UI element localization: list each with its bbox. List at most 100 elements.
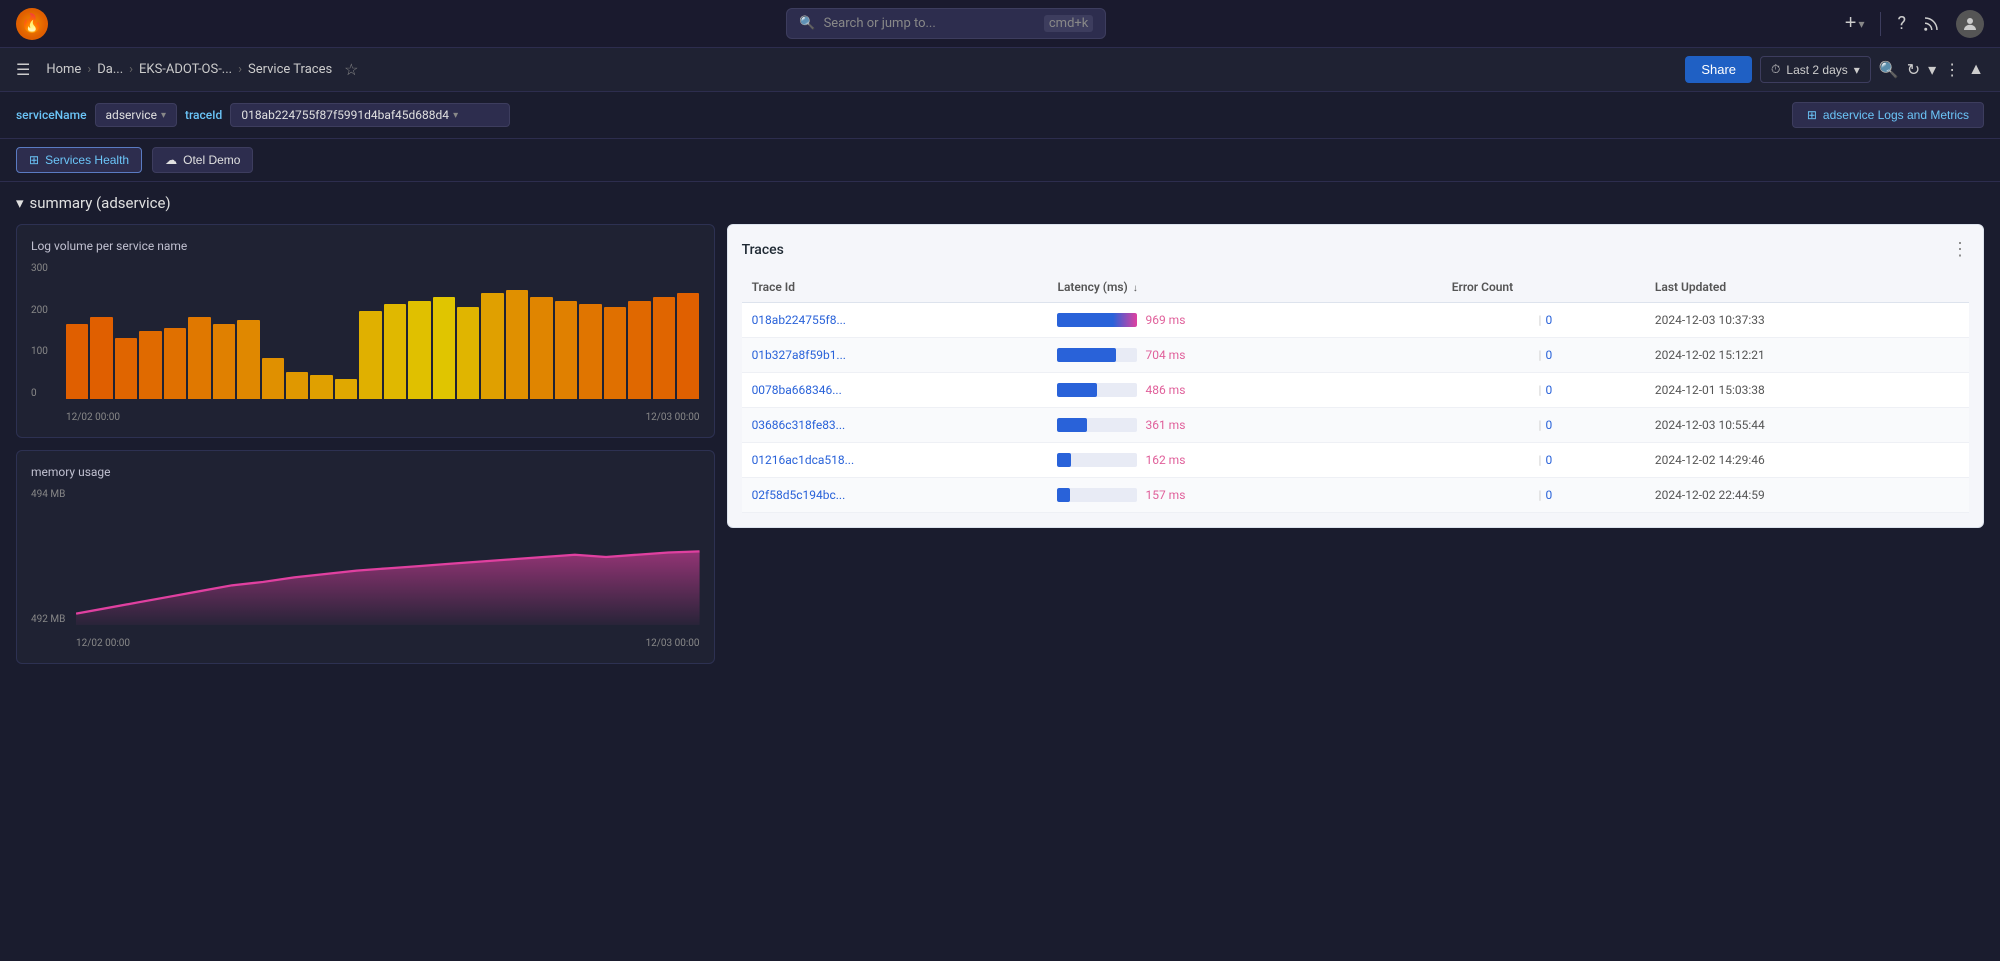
section-title: ▾ summary (adservice) (16, 194, 1984, 212)
log-volume-x-axis: 12/02 00:00 12/03 00:00 (66, 412, 700, 423)
trace-id-link[interactable]: 03686c318fe83... (752, 418, 846, 432)
nav-left: 🔥 (16, 8, 48, 40)
time-range-button[interactable]: ⏱ Last 2 days ▾ (1760, 56, 1871, 83)
collapse-button[interactable]: ▲ (1968, 61, 1984, 79)
breadcrumb-home[interactable]: Home (46, 62, 81, 77)
log-volume-title: Log volume per service name (31, 239, 700, 253)
feed-icon[interactable] (1922, 15, 1940, 33)
traces-table: Trace Id Latency (ms) ↓ Error Count Last… (742, 272, 1969, 513)
log-bar (90, 317, 112, 399)
log-volume-panel: Log volume per service name 300 200 100 … (16, 224, 715, 438)
traces-header-row: Trace Id Latency (ms) ↓ Error Count Last… (742, 272, 1969, 303)
breadcrumb-bar: ☰ Home › Da... › EKS-ADOT-OS-... › Servi… (0, 48, 2000, 92)
search-keyboard-shortcut: cmd+k (1044, 15, 1094, 32)
user-avatar[interactable] (1956, 10, 1984, 38)
refresh-button[interactable]: ↻ (1907, 60, 1920, 80)
add-button[interactable]: + ▾ (1845, 12, 1865, 35)
table-row: 0078ba668346...486 ms|02024-12-01 15:03:… (742, 373, 1969, 408)
service-name-label: serviceName (16, 108, 87, 122)
log-bar (604, 307, 626, 399)
more-options-button[interactable]: ⋮ (1944, 60, 1960, 80)
breadcrumb-cluster[interactable]: EKS-ADOT-OS-... (139, 62, 232, 77)
error-divider: | (1539, 348, 1542, 362)
trace-id-chevron-icon: ▾ (453, 110, 458, 121)
time-range-chevron: ▾ (1854, 63, 1860, 77)
section-chevron-icon: ▾ (16, 194, 24, 212)
logs-metrics-button[interactable]: ⊞ adservice Logs and Metrics (1792, 102, 1984, 128)
otel-demo-button[interactable]: ☁ Otel Demo (152, 147, 253, 173)
left-panels: Log volume per service name 300 200 100 … (16, 224, 715, 664)
latency-cell: 361 ms (1057, 418, 1431, 432)
favorite-icon[interactable]: ☆ (344, 60, 358, 79)
last-updated-value: 2024-12-03 10:55:44 (1645, 408, 1969, 443)
memory-usage-panel: memory usage 494 MB 492 MB (16, 450, 715, 664)
memory-line-chart (76, 489, 700, 625)
nav-divider (1880, 12, 1881, 36)
trace-id-link[interactable]: 01216ac1dca518... (752, 453, 855, 467)
error-divider: | (1539, 383, 1542, 397)
log-bar (359, 311, 381, 399)
zoom-out-button[interactable]: 🔍 (1879, 60, 1899, 80)
help-icon[interactable]: ? (1897, 13, 1906, 34)
services-health-button[interactable]: ⊞ Services Health (16, 147, 142, 173)
traces-more-button[interactable]: ⋮ (1951, 239, 1969, 260)
trace-id-select[interactable]: 018ab224755f87f5991d4baf45d688d4 ▾ (230, 103, 510, 127)
log-bar (506, 290, 528, 399)
last-updated-value: 2024-12-03 10:37:33 (1645, 303, 1969, 338)
dashboard-buttons: ⊞ Services Health ☁ Otel Demo (0, 139, 2000, 182)
log-bar (66, 324, 88, 399)
section-title-text: summary (adservice) (30, 194, 171, 212)
log-bar (408, 301, 430, 399)
grafana-logo[interactable]: 🔥 (16, 8, 48, 40)
last-updated-value: 2024-12-02 15:12:21 (1645, 338, 1969, 373)
trace-id-link[interactable]: 01b327a8f59b1... (752, 348, 846, 362)
error-count-value: 0 (1545, 418, 1552, 432)
trace-id-link[interactable]: 02f58d5c194bc... (752, 488, 846, 502)
breadcrumb-actions: Share ⏱ Last 2 days ▾ 🔍 ↻ ▾ ⋮ ▲ (1685, 56, 1984, 83)
table-row: 02f58d5c194bc...157 ms|02024-12-02 22:44… (742, 478, 1969, 513)
latency-cell: 969 ms (1057, 313, 1431, 327)
log-bar (579, 304, 601, 399)
filter-right: ⊞ adservice Logs and Metrics (1792, 102, 1984, 128)
grid-icon: ⊞ (1807, 108, 1817, 122)
log-bar (653, 297, 675, 399)
latency-value: 486 ms (1145, 383, 1195, 397)
nav-right: + ▾ ? (1845, 10, 1984, 38)
error-divider: | (1539, 313, 1542, 327)
trace-id-link[interactable]: 018ab224755f8... (752, 313, 846, 327)
latency-value: 162 ms (1145, 453, 1195, 467)
latency-value: 157 ms (1145, 488, 1195, 502)
log-volume-bars (66, 263, 700, 399)
latency-cell: 157 ms (1057, 488, 1431, 502)
content-grid: Log volume per service name 300 200 100 … (16, 224, 1984, 676)
refresh-chevron[interactable]: ▾ (1928, 60, 1936, 80)
service-name-select[interactable]: adservice ▾ (95, 103, 177, 127)
clock-icon: ⏱ (1771, 62, 1780, 77)
table-row: 01b327a8f59b1...704 ms|02024-12-02 15:12… (742, 338, 1969, 373)
cloud-icon: ☁ (165, 153, 177, 167)
memory-usage-chart: 494 MB 492 MB (31, 489, 700, 649)
menu-button[interactable]: ☰ (16, 60, 30, 80)
search-icon: 🔍 (799, 16, 815, 31)
time-range-label: Last 2 days (1786, 63, 1847, 77)
breadcrumb-dashboard[interactable]: Da... (97, 62, 123, 77)
log-bar (530, 297, 552, 399)
log-bar (237, 320, 259, 399)
share-button[interactable]: Share (1685, 56, 1752, 83)
error-count-value: 0 (1545, 453, 1552, 467)
trace-id-link[interactable]: 0078ba668346... (752, 383, 842, 397)
log-bar (433, 297, 455, 399)
last-updated-value: 2024-12-01 15:03:38 (1645, 373, 1969, 408)
traces-table-body: 018ab224755f8... 969 ms | 0 2024-12-03 10:37… (742, 303, 1969, 513)
log-bar (677, 293, 699, 399)
service-chevron-icon: ▾ (161, 110, 166, 121)
log-volume-chart: 300 200 100 0 12/02 00:00 12/03 00:00 (31, 263, 700, 423)
memory-y-axis: 494 MB 492 MB (31, 489, 71, 625)
filter-bar: serviceName adservice ▾ traceId 018ab224… (0, 92, 2000, 139)
latency-bar (1057, 488, 1137, 502)
col-latency: Latency (ms) ↓ (1047, 272, 1441, 303)
global-search[interactable]: 🔍 Search or jump to... cmd+k (786, 8, 1106, 39)
memory-usage-title: memory usage (31, 465, 700, 479)
services-health-icon: ⊞ (29, 153, 39, 167)
top-navigation: 🔥 🔍 Search or jump to... cmd+k + ▾ ? (0, 0, 2000, 48)
